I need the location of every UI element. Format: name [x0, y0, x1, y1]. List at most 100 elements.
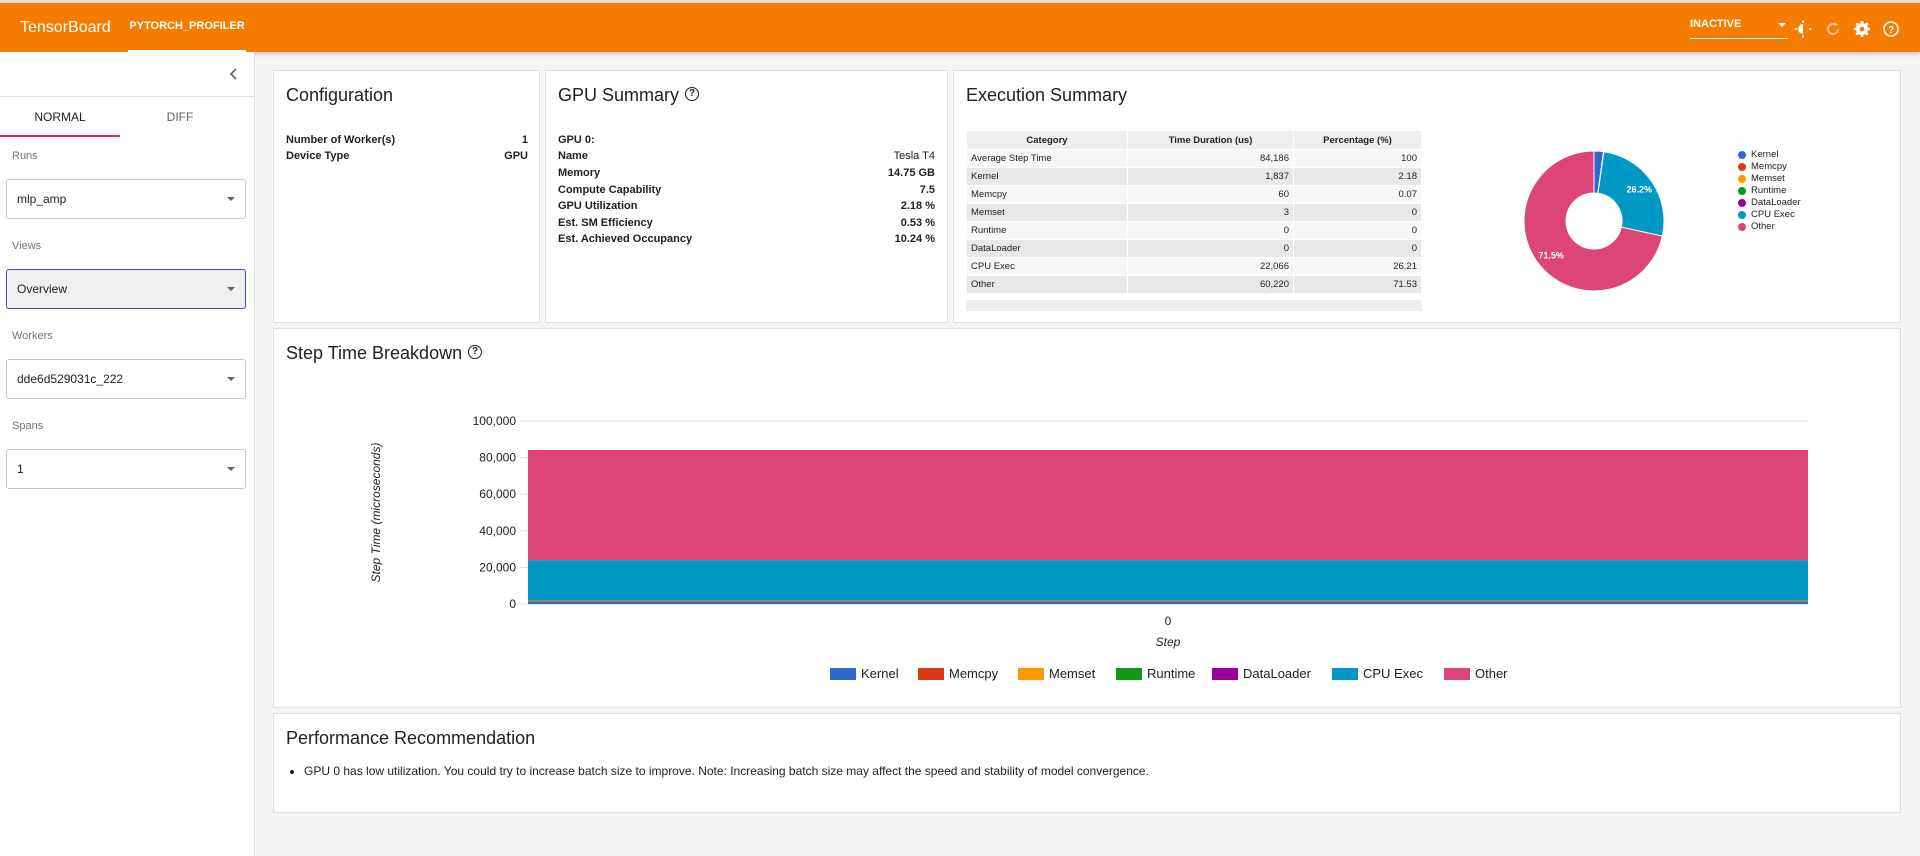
svg-text:?: ?: [1888, 25, 1894, 36]
legend-swatch-icon: [830, 667, 856, 680]
config-value: GPU: [504, 150, 528, 162]
gear-icon[interactable]: [1853, 20, 1871, 38]
pie-legend-item[interactable]: Runtime: [1738, 185, 1786, 196]
views-label: Views: [12, 240, 42, 252]
table-header[interactable]: Category: [966, 130, 1128, 150]
table-cell: 0: [1293, 239, 1422, 258]
table-header[interactable]: Time Duration (us): [1127, 130, 1294, 150]
table-row: CPU Exec 22,066 26.21: [966, 257, 1422, 276]
pie-legend-item[interactable]: Memcpy: [1738, 161, 1787, 172]
help-icon[interactable]: ?: [1882, 20, 1900, 38]
table-row: Memcpy 60 0.07: [966, 185, 1422, 204]
chevron-down-icon: [1778, 23, 1786, 27]
gpu-value: Tesla T4: [893, 150, 935, 162]
table-cell: 60,220: [1127, 275, 1294, 294]
reload-icon[interactable]: [1824, 20, 1842, 38]
views-select[interactable]: Overview: [6, 269, 246, 309]
config-row: Device Type GPU: [286, 150, 528, 162]
gpu-value: 7.5: [919, 184, 935, 196]
y-tick-label: 80,000: [479, 451, 516, 465]
gpu-value: 2.18 %: [900, 200, 935, 212]
pie-label: 71.5%: [1538, 250, 1564, 260]
step-legend-item[interactable]: DataLoader: [1212, 666, 1311, 681]
pie-legend-item[interactable]: Other: [1738, 221, 1775, 232]
table-cell: 0.07: [1293, 185, 1422, 204]
gpu-summary-card: GPU Summary? GPU 0: Name Tesla T4 Memory…: [545, 70, 948, 323]
table-scrollbar[interactable]: [966, 300, 1422, 311]
help-circle-icon[interactable]: ?: [685, 87, 700, 102]
config-key: Device Type: [286, 150, 350, 162]
table-cell: Runtime: [966, 221, 1128, 240]
runs-select[interactable]: mlp_amp: [6, 179, 246, 219]
gpu-row: GPU Utilization 2.18 %: [558, 200, 935, 212]
x-tick-label: 0: [1165, 614, 1172, 628]
legend-label: DataLoader: [1243, 666, 1311, 681]
legend-dot-icon: [1738, 198, 1746, 207]
legend-swatch-icon: [918, 667, 944, 680]
pie-legend-item[interactable]: DataLoader: [1738, 197, 1801, 208]
step-legend-item[interactable]: Kernel: [830, 666, 899, 681]
legend-label: Runtime: [1147, 666, 1196, 681]
gpu-row: Name Tesla T4: [558, 150, 935, 162]
gpu-key: Compute Capability: [558, 184, 662, 196]
gpu-row: Est. Achieved Occupancy 10.24 %: [558, 233, 935, 245]
step-legend-item[interactable]: Memset: [1018, 666, 1095, 681]
legend-dot-icon: [1738, 210, 1746, 219]
legend-label: Runtime: [1751, 185, 1787, 196]
gpu-value: 14.75 GB: [887, 167, 935, 179]
table-cell: 60: [1127, 185, 1294, 204]
tab-normal[interactable]: NORMAL: [0, 97, 120, 137]
execution-summary-card: Execution Summary Category Time Duration…: [953, 70, 1901, 323]
table-cell: 1,837: [1127, 167, 1294, 186]
spans-label: Spans: [12, 420, 44, 432]
chevron-left-icon[interactable]: [226, 66, 242, 82]
table-cell: DataLoader: [966, 239, 1128, 258]
config-row: Number of Worker(s) 1: [286, 134, 528, 146]
pie-legend-item[interactable]: CPU Exec: [1738, 209, 1795, 220]
legend-swatch-icon: [1018, 667, 1044, 680]
table-cell: 71.53: [1293, 275, 1422, 294]
pie-legend-item[interactable]: Memset: [1738, 173, 1785, 184]
table-cell: Memcpy: [966, 185, 1128, 204]
gpu-label: GPU 0:: [558, 134, 595, 146]
gpu-row: Est. SM Efficiency 0.53 %: [558, 217, 935, 229]
table-cell: Average Step Time: [966, 149, 1128, 168]
area-band-other[interactable]: [528, 449, 1808, 561]
tab-diff[interactable]: DIFF: [120, 97, 240, 137]
dark-mode-icon[interactable]: [1794, 20, 1812, 38]
recommendation-item: GPU 0 has low utilization. You could try…: [304, 764, 1149, 778]
tab-pytorch-profiler[interactable]: PYTORCH_PROFILER: [128, 3, 246, 52]
chevron-down-icon: [227, 197, 235, 201]
legend-dot-icon: [1738, 162, 1746, 171]
x-axis-label: Step: [1156, 635, 1181, 649]
table-row: Runtime 0 0: [966, 221, 1422, 240]
runs-label: Runs: [12, 150, 38, 162]
configuration-card: Configuration Number of Worker(s) 1 Devi…: [273, 70, 540, 323]
area-band-memset[interactable]: [528, 600, 1808, 602]
spans-select[interactable]: 1: [6, 449, 246, 489]
performance-title: Performance Recommendation: [286, 728, 536, 748]
table-cell: 84,186: [1127, 149, 1294, 168]
area-band-cpu-exec[interactable]: [528, 560, 1808, 601]
table-cell: Memset: [966, 203, 1128, 222]
y-axis-label: Step Time (microseconds): [369, 443, 383, 583]
pie-legend-item[interactable]: Kernel: [1738, 149, 1778, 160]
step-legend-item[interactable]: Runtime: [1116, 666, 1195, 681]
table-cell: 100: [1293, 149, 1422, 168]
workers-label: Workers: [12, 330, 53, 342]
legend-label: CPU Exec: [1751, 209, 1795, 220]
step-legend-item[interactable]: Other: [1444, 666, 1508, 681]
spans-select-value: 1: [17, 462, 24, 476]
plugin-select[interactable]: INACTIVE: [1690, 18, 1788, 39]
table-row: Memset 3 0: [966, 203, 1422, 222]
workers-select[interactable]: dde6d529031c_222: [6, 359, 246, 399]
workers-select-value: dde6d529031c_222: [17, 372, 124, 386]
legend-label: CPU Exec: [1363, 666, 1423, 681]
gpu-key: GPU Utilization: [558, 200, 638, 212]
chevron-down-icon: [227, 377, 235, 381]
step-legend-item[interactable]: CPU Exec: [1332, 666, 1423, 681]
table-header[interactable]: Percentage (%): [1293, 130, 1422, 150]
step-time-chart: 100,000 80,000 60,000 40,000 20,000 0 0 Step Ste…: [369, 414, 1808, 649]
table-row: Average Step Time 84,186 100: [966, 149, 1422, 168]
step-legend-item[interactable]: Memcpy: [918, 666, 998, 681]
